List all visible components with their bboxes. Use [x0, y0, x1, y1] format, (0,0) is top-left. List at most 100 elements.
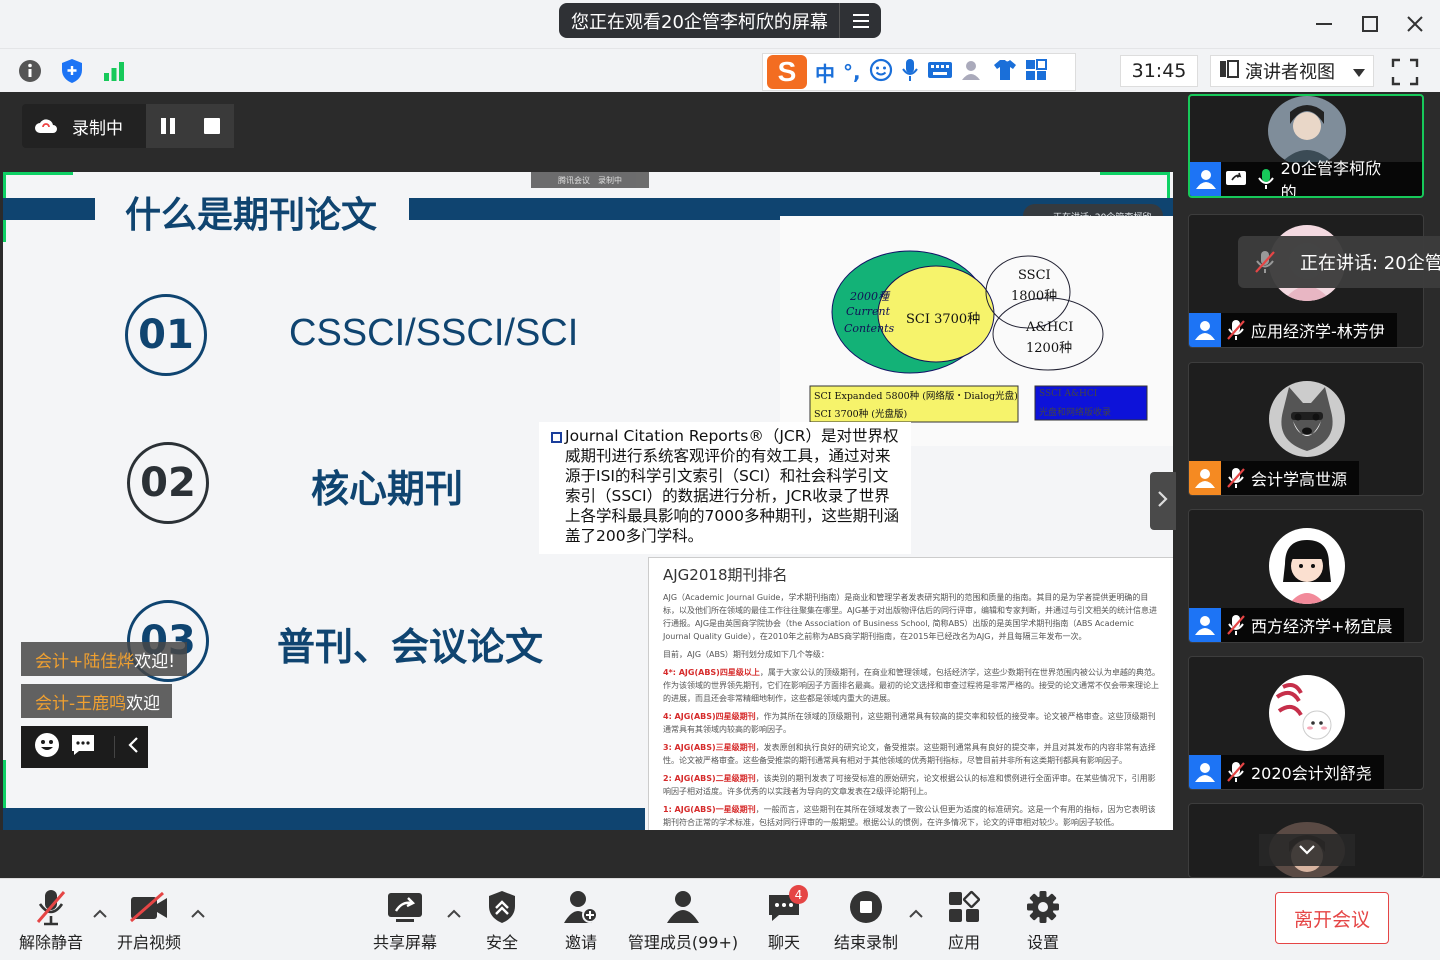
start-video-button[interactable]: 开启视频	[112, 887, 186, 957]
ajg-ranking-panel: AJG2018期刊排名 AJG（Academic Journal Guide，学…	[648, 557, 1173, 830]
participant-namebar: 2020会计刘舒尧	[1189, 755, 1384, 789]
participant-namebar: 会计学高世源	[1189, 461, 1360, 495]
ajg-intro: AJG（Academic Journal Guide，学术期刊指南）是商业和管理…	[663, 593, 1158, 641]
sharing-title-pill[interactable]: 您正在观看20企管李柯欣的屏幕	[559, 3, 881, 38]
chevron-up-icon[interactable]	[93, 907, 107, 923]
info-icon[interactable]	[17, 58, 43, 84]
share-frame-corner	[1100, 172, 1170, 175]
chevron-left-icon[interactable]	[114, 736, 139, 758]
user-icon	[1189, 608, 1221, 642]
shield-icon[interactable]	[59, 58, 85, 84]
ime-punct-toggle[interactable]: °,	[843, 60, 861, 84]
gear-icon	[1026, 887, 1060, 927]
settings-button[interactable]: 设置	[1017, 887, 1069, 957]
shield-icon	[487, 887, 517, 927]
avatar	[1269, 675, 1345, 751]
fullscreen-icon[interactable]	[1390, 57, 1420, 87]
mic-muted-icon	[1223, 755, 1249, 789]
apps-icon	[947, 887, 981, 927]
end-recording-button[interactable]: 结束录制	[830, 887, 902, 957]
ajg-level-tag: 3: AJG(ABS)三星级期刊	[663, 743, 756, 752]
screen-share-icon	[1223, 162, 1249, 196]
ajg-level-4: 4: AJG(ABS)四星级期刊，作为其所在领域的顶级期刊，这些期刊通常具有较高…	[663, 710, 1161, 736]
ime-toolbar[interactable]: S 中 °,	[762, 53, 1076, 91]
venn-ahci-count: 1200种	[1026, 341, 1073, 356]
participant-tile[interactable]	[1188, 803, 1424, 878]
participant-tile[interactable]: 20企管李柯欣的...	[1188, 94, 1424, 198]
chat-text: 欢迎!	[134, 651, 176, 672]
chevron-down-icon	[1353, 61, 1365, 82]
tencent-meeting-tag: 腾讯会议 录制中	[531, 172, 649, 188]
stop-recording-icon[interactable]	[190, 104, 234, 148]
title-bar: 您正在观看20企管李柯欣的屏幕	[0, 0, 1440, 48]
bullet-icon	[551, 432, 562, 443]
voice-input-icon[interactable]	[901, 58, 919, 86]
venn-ssci-name: SSCI	[1018, 268, 1051, 283]
jcr-description: Journal Citation Reports®（JCR）是对世界权威期刊进行…	[539, 422, 911, 554]
pause-recording-icon[interactable]	[146, 104, 190, 148]
ajg-level-tag: 4: AJG(ABS)四星级期刊	[663, 712, 756, 721]
maximize-icon[interactable]	[1356, 10, 1384, 38]
camera-off-icon	[129, 887, 169, 927]
avatar-icon[interactable]	[961, 58, 985, 86]
item-text-02: 核心期刊	[311, 467, 464, 511]
participant-tile[interactable]: 会计学高世源	[1188, 362, 1424, 496]
speaking-text: 正在讲话: 20企管	[1300, 253, 1440, 274]
share-screen-button[interactable]: 共享屏幕	[368, 887, 442, 957]
apps-button[interactable]: 应用	[938, 887, 990, 957]
manage-members-label: 管理成员(99+)	[627, 933, 739, 952]
venn-box2-line2: 光盘和网络版收录	[1039, 408, 1112, 418]
chat-controls	[21, 726, 148, 768]
emoji-icon[interactable]	[869, 58, 893, 86]
recording-bar: 录制中	[22, 104, 234, 148]
participant-name: 应用经济学-林芳伊	[1251, 322, 1385, 341]
sogou-logo-icon[interactable]: S	[767, 55, 807, 89]
keyboard-icon[interactable]	[927, 60, 953, 84]
view-mode-label: 演讲者视图	[1245, 62, 1335, 83]
item-number-01: 01	[125, 294, 207, 376]
share-screen-label: 共享屏幕	[372, 933, 437, 952]
chevron-up-icon[interactable]	[447, 907, 461, 923]
index-venn-diagram: 2000種 Current Contents SCI 3700种 SSCI 18…	[780, 216, 1173, 446]
venn-sci-label: SCI 3700种	[906, 312, 981, 327]
invite-button[interactable]: 邀请	[555, 887, 607, 957]
emoji-icon[interactable]	[34, 732, 60, 762]
signal-icon[interactable]	[101, 58, 127, 84]
participant-tile[interactable]: 2020会计刘舒尧	[1188, 656, 1424, 790]
view-mode-select[interactable]: 演讲者视图	[1210, 55, 1374, 87]
chat-bubble-icon[interactable]	[70, 733, 96, 761]
user-icon	[1190, 162, 1222, 196]
manage-members-button[interactable]: 管理成员(99+)	[628, 887, 738, 957]
user-icon	[1189, 755, 1221, 789]
participant-namebar: 应用经济学-林芳伊	[1189, 313, 1397, 347]
window-title: 您正在观看20企管李柯欣的屏幕	[571, 11, 828, 33]
participant-tile[interactable]: 西方经济学+杨宜晨	[1188, 509, 1424, 643]
chevron-down-icon[interactable]	[1259, 834, 1355, 866]
skin-icon[interactable]	[993, 59, 1017, 85]
ajg-level-tag: 2: AJG(ABS)二星级期刊	[663, 774, 756, 783]
leave-meeting-button[interactable]: 离开会议	[1275, 892, 1389, 944]
chevron-up-icon[interactable]	[909, 907, 923, 923]
collapse-panel-button[interactable]	[1150, 472, 1176, 530]
bottom-control-bar: 解除静音 开启视频 共享屏幕 安全 邀请 管理成员(99+) 4 聊天 结束录制…	[0, 878, 1440, 960]
unmute-button[interactable]: 解除静音	[14, 887, 88, 957]
chat-unread-badge: 4	[789, 885, 808, 904]
menu-icon[interactable]	[839, 3, 881, 38]
recording-label: 录制中	[72, 118, 123, 139]
close-icon[interactable]	[1401, 10, 1429, 38]
chevron-right-icon	[1157, 490, 1169, 512]
toolbox-icon[interactable]	[1025, 59, 1047, 85]
venn-cc-line2: Current	[846, 305, 891, 318]
chevron-up-icon[interactable]	[191, 907, 205, 923]
security-button[interactable]: 安全	[476, 887, 528, 957]
mic-muted-icon	[1223, 313, 1249, 347]
minimize-icon[interactable]	[1310, 10, 1338, 38]
chat-button[interactable]: 4 聊天	[758, 885, 810, 957]
ajg-level-2: 2: AJG(ABS)二星级期刊，该类别的期刊发表了可接受标准的原始研究，论文根…	[663, 772, 1161, 798]
ajg-level-tag: 1: AJG(ABS)一星级期刊	[663, 805, 756, 814]
venn-box1-line1: SCI Expanded 5800种 (网络版・Dialog光盘)	[814, 391, 1018, 402]
slide-title: 什么是期刊论文	[95, 186, 410, 238]
ime-lang-toggle[interactable]: 中	[815, 58, 835, 87]
speaking-indicator: 正在讲话: 20企管	[1238, 236, 1440, 288]
chat-message: 会计-王鹿鸣 欢迎	[21, 684, 173, 718]
